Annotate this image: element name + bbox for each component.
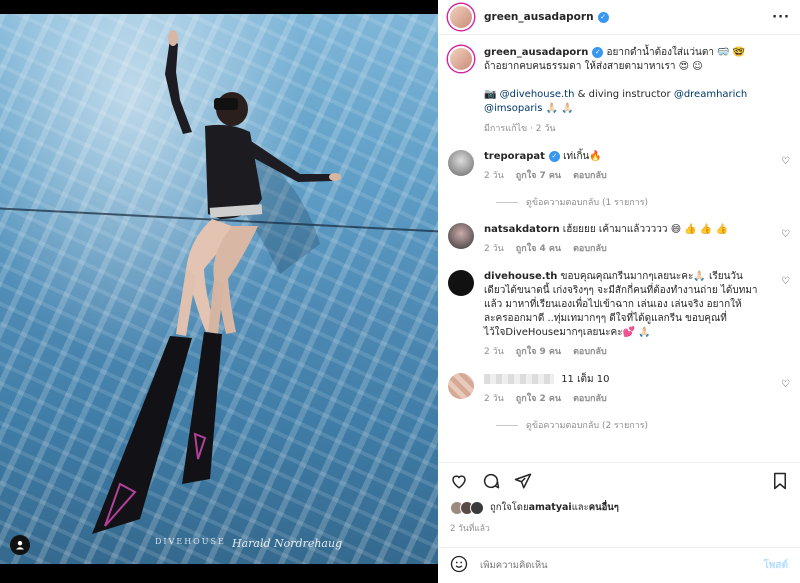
comment-likes[interactable]: ถูกใจ 9 คน xyxy=(516,347,561,357)
watermark-logo: DIVEHOUSE xyxy=(155,537,226,546)
reply-button[interactable]: ตอบกลับ xyxy=(573,394,607,404)
comment-heart-icon[interactable]: ♡ xyxy=(781,156,790,167)
comment-likes[interactable]: ถูกใจ 7 คน xyxy=(516,171,561,181)
caption: green_ausadaporn ✓ อยากดำน้ำต้องใส่แว่นตา… xyxy=(448,46,790,136)
reply-button[interactable]: ตอบกลับ xyxy=(573,347,607,357)
comment-avatar[interactable] xyxy=(448,373,474,399)
verified-badge-icon: ✓ xyxy=(592,46,604,58)
comment-item: treporapat ✓ เท่เกิ้น🔥 2 วัน ถูกใจ 7 คน ตอบ… xyxy=(448,150,790,183)
blurred-username xyxy=(484,374,554,384)
camera-emoji: 📷 xyxy=(484,89,497,100)
liked-by-others[interactable]: คนอื่นๆ xyxy=(589,500,619,515)
comment-time: 2 วัน xyxy=(484,347,504,357)
liked-by-user[interactable]: amatyai xyxy=(529,502,572,513)
comment-item: divehouse.th ขอบคุณคุณกรีนมากๆเลยนะคะ🙏🏻 … xyxy=(448,270,790,359)
comment-username[interactable]: treporapat xyxy=(484,151,545,162)
comment-item: 11 เต็ม 10 2 วัน ถูกใจ 2 คน ตอบกลับ ♡ xyxy=(448,373,790,406)
caption-text: อยากดำน้ำต้องใส่แว่นตา 🥽 🤓 xyxy=(606,47,746,58)
like-heart-icon[interactable] xyxy=(450,472,468,490)
comment-avatar[interactable] xyxy=(448,223,474,249)
comment-heart-icon[interactable]: ♡ xyxy=(781,276,790,287)
share-paper-plane-icon[interactable] xyxy=(514,472,532,490)
post-header: green_ausadaporn ✓ ··· xyxy=(438,0,800,35)
comment-avatar[interactable] xyxy=(448,270,474,296)
mention-imsoparis[interactable]: @imsoparis xyxy=(484,103,542,114)
comment-time: 2 วัน xyxy=(484,394,504,404)
post-media[interactable]: DIVEHOUSE Harald Nordrehaug xyxy=(0,0,438,583)
caption-text-line2: ถ้าอยากคบคนธรรมดา ให้ส่งสายตามาหาเรา 😍 ☺ xyxy=(484,61,703,72)
post-comment-button[interactable]: โพสต์ xyxy=(763,558,788,573)
add-comment-input[interactable] xyxy=(480,560,764,571)
save-bookmark-icon[interactable] xyxy=(772,472,788,490)
diver-illustration xyxy=(92,30,341,534)
mention-dreamharich[interactable]: @dreamharich xyxy=(674,89,747,100)
more-horizontal-icon[interactable]: ··· xyxy=(772,10,790,25)
mention-divehouse[interactable]: @divehouse.th xyxy=(500,89,575,100)
comments-scroll[interactable]: green_ausadaporn ✓ อยากดำน้ำต้องใส่แว่นตา… xyxy=(438,36,800,461)
comment-bubble-icon[interactable] xyxy=(482,472,500,490)
verified-badge-icon: ✓ xyxy=(597,11,609,23)
watermark-signature: Harald Nordrehaug xyxy=(232,537,343,550)
comment-text: 11 เต็ม 10 xyxy=(561,374,610,385)
caption-meta: มีการแก้ไข · 2 วัน xyxy=(484,124,556,134)
caption-credit-tail: 🙏🏻 🙏🏻 xyxy=(542,103,574,114)
comment-time: 2 วัน xyxy=(484,244,504,254)
liked-by-prefix: ถูกใจโดย xyxy=(490,502,529,513)
comment-item: natsakdatorn เฮ้ยยยย เค้ามาแล้ววววว 😄 👍 … xyxy=(448,223,790,256)
tagged-users-button[interactable] xyxy=(10,535,30,555)
user-icon xyxy=(16,541,24,550)
view-replies-button[interactable]: ดูข้อความตอบกลับ (1 รายการ) xyxy=(496,195,790,209)
liked-by-mid: และ xyxy=(571,502,589,513)
post-timestamp[interactable]: 2 วันที่แล้ว xyxy=(450,521,490,535)
comment-likes[interactable]: ถูกใจ 4 คน xyxy=(516,244,561,254)
author-username[interactable]: green_ausadaporn xyxy=(484,11,594,23)
comment-avatar[interactable] xyxy=(448,150,474,176)
comment-text: เฮ้ยยยย เค้ามาแล้ววววว 😄 👍 👍 👍 xyxy=(562,224,729,235)
post-image: DIVEHOUSE Harald Nordrehaug xyxy=(0,14,438,564)
comment-time: 2 วัน xyxy=(484,171,504,181)
caption-avatar[interactable] xyxy=(448,46,474,72)
comment-text: เท่เกิ้น🔥 xyxy=(563,151,602,162)
reply-button[interactable]: ตอบกลับ xyxy=(573,171,607,181)
comment-heart-icon[interactable]: ♡ xyxy=(781,229,790,240)
emoji-smiley-icon[interactable] xyxy=(450,555,468,577)
caption-credit-mid: & diving instructor xyxy=(574,89,674,100)
view-replies-button[interactable]: ดูข้อความตอบกลับ (2 รายการ) xyxy=(496,418,790,432)
caption-username[interactable]: green_ausadaporn xyxy=(484,47,588,58)
add-comment-bar: โพสต์ xyxy=(438,547,800,583)
verified-badge-icon: ✓ xyxy=(548,150,560,162)
action-bar xyxy=(438,462,800,498)
liked-by: ถูกใจโดย amatyai และ คนอื่นๆ xyxy=(450,500,619,515)
reply-button[interactable]: ตอบกลับ xyxy=(573,244,607,254)
comment-likes[interactable]: ถูกใจ 2 คน xyxy=(516,394,561,404)
author-avatar[interactable] xyxy=(448,4,474,30)
post-panel: green_ausadaporn ✓ ··· green_ausadaporn ✓… xyxy=(438,0,800,583)
comment-username[interactable]: divehouse.th xyxy=(484,271,557,282)
comment-username[interactable]: natsakdatorn xyxy=(484,224,560,235)
liker-avatars xyxy=(450,500,484,515)
comment-heart-icon[interactable]: ♡ xyxy=(781,379,790,390)
